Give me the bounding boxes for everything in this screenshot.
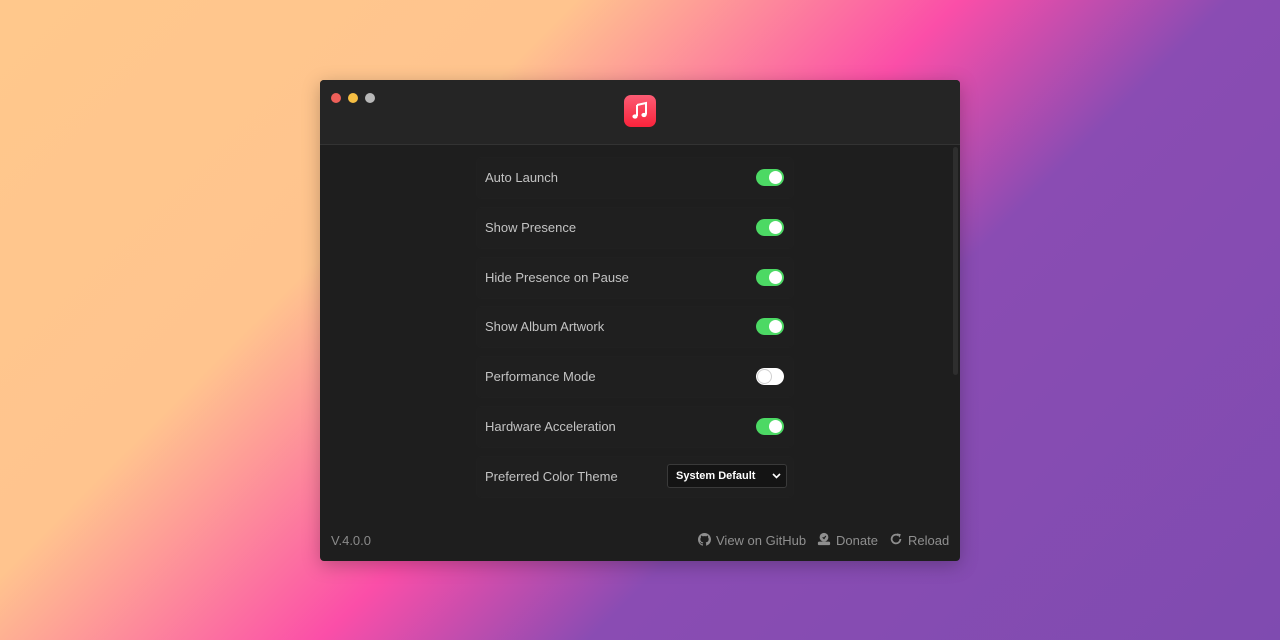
setting-label: Show Presence [485,219,577,235]
toggle-knob [769,171,782,184]
setting-toggle[interactable] [756,268,784,286]
toggle-knob [769,420,782,433]
setting-label: Hide Presence on Pause [485,269,629,285]
setting-label: Show Album Artwork [485,319,605,335]
toggle-knob [769,320,782,334]
donate-label: Donate [836,533,878,548]
select-value: System Default [676,469,756,482]
setting-row: Show Presence [477,207,793,248]
setting-label: Auto Launch [485,170,559,185]
setting-label: Hardware Acceleration [485,419,616,434]
maximize-button[interactable] [365,93,375,103]
reload-label: Reload [908,533,950,548]
app-window: Auto Launch Show Presence Hide Presence on… [320,80,960,561]
setting-row: Preferred Color Theme System Default [477,456,793,497]
setting-row: Show Album Artwork [477,307,793,348]
setting-toggle[interactable] [756,318,784,336]
reload-link[interactable]: Reload [889,520,949,561]
music-note-icon [624,95,656,127]
donate-icon [817,532,836,549]
github-link[interactable]: View on GitHub [698,520,806,561]
github-label: View on GitHub [716,533,807,548]
setting-toggle[interactable] [756,169,784,186]
close-button[interactable] [331,93,341,103]
minimize-button[interactable] [348,93,358,103]
setting-row: Auto Launch [477,158,793,198]
github-icon [698,532,716,549]
setting-row: Performance Mode [477,357,793,398]
setting-toggle[interactable] [756,368,784,386]
toggle-knob [758,370,771,384]
setting-row: Hide Presence on Pause [477,257,793,298]
titlebar [320,80,960,145]
donate-link[interactable]: Donate [817,520,878,561]
footer: V.4.0.0 View on GitHub Donate Reload [320,520,960,561]
chevron-down-icon [772,465,781,487]
setting-toggle[interactable] [756,218,784,236]
toggle-knob [769,270,782,284]
setting-label: Performance Mode [485,369,596,385]
color-theme-select[interactable]: System Default [667,463,787,488]
setting-toggle[interactable] [756,418,784,435]
scrollbar[interactable] [953,147,958,375]
settings-list: Auto Launch Show Presence Hide Presence on… [320,145,960,515]
toggle-knob [769,220,782,234]
reload-icon [889,532,908,549]
setting-row: Hardware Acceleration [477,407,793,447]
setting-label: Preferred Color Theme [485,468,618,484]
version-label: V.4.0.0 [331,533,372,548]
